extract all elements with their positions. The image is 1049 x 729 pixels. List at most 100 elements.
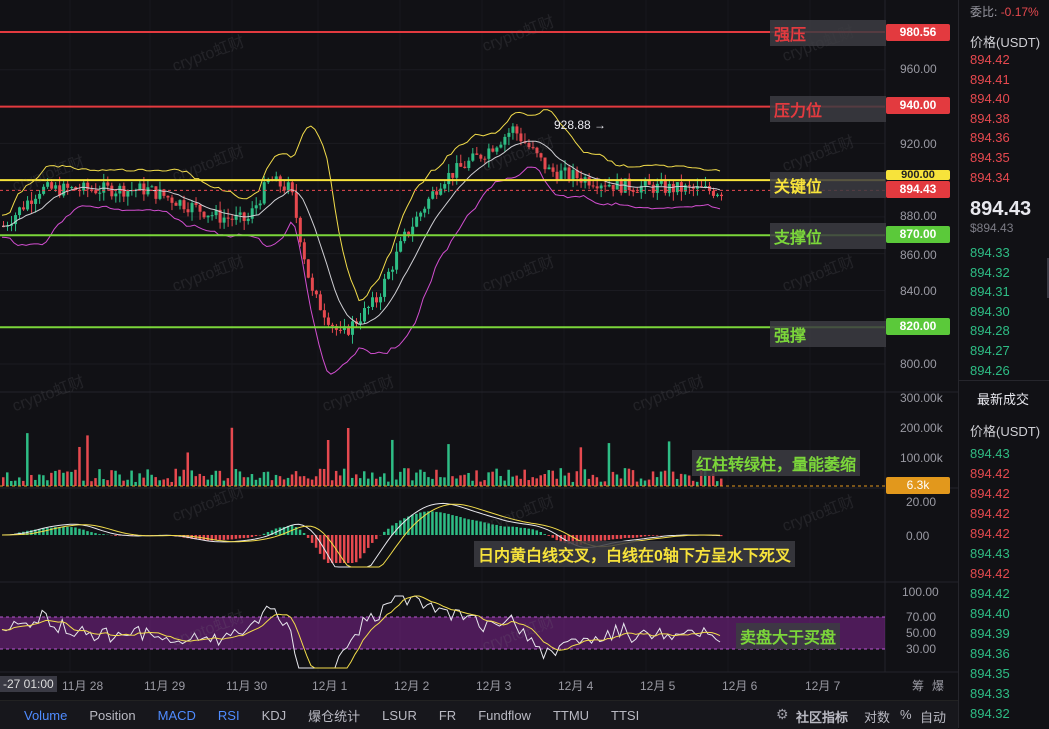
- volume-bar: [339, 475, 342, 486]
- candle-body: [211, 215, 214, 216]
- volume-bar: [187, 452, 190, 486]
- volume-bar: [604, 481, 607, 486]
- volume-bar: [564, 476, 567, 486]
- volume-bar: [307, 478, 310, 486]
- indicator-position[interactable]: Position: [89, 708, 135, 723]
- macd-histogram-bar: [632, 535, 635, 538]
- y-tick-volume: 100.00k: [896, 451, 958, 465]
- volume-bar: [592, 475, 595, 486]
- liquidation-button[interactable]: 爆: [932, 677, 944, 694]
- community-indicators-button[interactable]: 社区指标: [796, 707, 848, 726]
- macd-histogram-bar: [255, 535, 258, 536]
- candle-body: [239, 212, 242, 214]
- bid-price[interactable]: 894.32: [970, 265, 1010, 280]
- candle-body: [311, 278, 314, 291]
- macd-histogram-bar: [347, 535, 350, 563]
- candle-body: [359, 321, 362, 323]
- volume-bar: [628, 469, 631, 486]
- volume-bar: [351, 478, 354, 486]
- candle-body: [451, 173, 454, 178]
- indicator-rsi[interactable]: RSI: [218, 708, 240, 723]
- indicator-fundflow[interactable]: Fundflow: [478, 708, 531, 723]
- volume-bar: [154, 477, 157, 486]
- trade-price: 894.35: [970, 666, 1010, 681]
- bid-price[interactable]: 894.28: [970, 323, 1010, 338]
- macd-histogram-bar: [355, 535, 358, 562]
- macd-histogram-bar: [499, 526, 502, 535]
- ask-price[interactable]: 894.35: [970, 150, 1010, 165]
- log-scale-button[interactable]: 对数: [864, 707, 890, 726]
- indicator-ttmu[interactable]: TTMU: [553, 708, 589, 723]
- candle-body: [467, 161, 470, 168]
- ask-price[interactable]: 894.34: [970, 170, 1010, 185]
- chip-distribution-button[interactable]: 筹: [912, 677, 924, 694]
- ask-price[interactable]: 894.40: [970, 91, 1010, 106]
- volume-bar: [556, 479, 559, 486]
- volume-bar: [515, 476, 518, 486]
- volume-bar: [379, 477, 382, 486]
- macd-histogram-bar: [343, 535, 346, 563]
- indicator-volume[interactable]: Volume: [24, 708, 67, 723]
- y-tick-macd: 20.00: [902, 495, 958, 509]
- recent-trades-header: 价格(USDT): [970, 421, 1040, 440]
- indicator-kdj[interactable]: KDJ: [262, 708, 287, 723]
- x-tick: 12月 5: [640, 677, 675, 694]
- volume-bar: [82, 481, 85, 486]
- candle-body: [18, 207, 21, 215]
- y-tick-rsi: 30.00: [902, 642, 958, 656]
- ask-price[interactable]: 894.38: [970, 111, 1010, 126]
- bid-price[interactable]: 894.26: [970, 363, 1010, 378]
- volume-bar: [439, 477, 442, 486]
- ask-price[interactable]: 894.42: [970, 52, 1010, 67]
- bid-price[interactable]: 894.31: [970, 284, 1010, 299]
- auto-scale-button[interactable]: 自动: [920, 707, 946, 726]
- macd-histogram-bar: [70, 527, 73, 535]
- macd-histogram-bar: [620, 535, 623, 539]
- percent-scale-button[interactable]: %: [900, 707, 912, 722]
- candle-body: [30, 201, 33, 204]
- indicator-lsur[interactable]: LSUR: [382, 708, 417, 723]
- volume-bar: [311, 480, 314, 486]
- candle-body: [38, 194, 41, 199]
- volume-bar: [612, 472, 615, 486]
- macd-histogram-bar: [363, 535, 366, 553]
- volume-bar: [459, 475, 462, 486]
- indicator-liquidation[interactable]: 爆仓统计: [308, 706, 360, 725]
- volume-tag: 6.3k: [886, 477, 950, 494]
- candle-body: [471, 153, 474, 160]
- volume-bar: [395, 480, 398, 486]
- volume-bar: [114, 471, 117, 486]
- volume-bar: [10, 481, 13, 486]
- chart-area[interactable]: crypto虹财 crypto虹财 crypto虹财 crypto虹财 cryp…: [0, 0, 958, 700]
- macd-histogram-bar: [387, 529, 390, 535]
- macd-histogram-bar: [239, 535, 242, 538]
- macd-annotation: 日内黄白线交叉，白线在0轴下方呈水下死叉: [474, 541, 795, 567]
- candle-body: [415, 217, 418, 227]
- candle-body: [507, 133, 510, 137]
- bid-price[interactable]: 894.30: [970, 304, 1010, 319]
- volume-bar: [223, 481, 226, 486]
- bid-price[interactable]: 894.27: [970, 343, 1010, 358]
- ask-price[interactable]: 894.41: [970, 72, 1010, 87]
- volume-bar: [287, 478, 290, 486]
- candle-body: [535, 148, 538, 153]
- recent-trades-title[interactable]: 最新成交: [977, 389, 1029, 408]
- volume-bar: [511, 477, 514, 486]
- volume-bar: [652, 471, 655, 486]
- volume-bar: [688, 475, 691, 486]
- indicator-fr[interactable]: FR: [439, 708, 456, 723]
- indicator-ttsi[interactable]: TTSI: [611, 708, 639, 723]
- volume-bar: [483, 480, 486, 486]
- candle-body: [178, 200, 181, 206]
- volume-bar: [178, 476, 181, 486]
- settings-icon[interactable]: ⚙: [776, 706, 789, 723]
- macd-histogram-bar: [527, 529, 530, 535]
- indicator-macd[interactable]: MACD: [158, 708, 196, 723]
- volume-bar: [211, 475, 214, 486]
- ask-price[interactable]: 894.36: [970, 130, 1010, 145]
- candle-body: [515, 126, 518, 133]
- candle-body: [431, 191, 434, 199]
- macd-histogram-bar: [207, 535, 210, 540]
- candle-body: [70, 187, 73, 188]
- bid-price[interactable]: 894.33: [970, 245, 1010, 260]
